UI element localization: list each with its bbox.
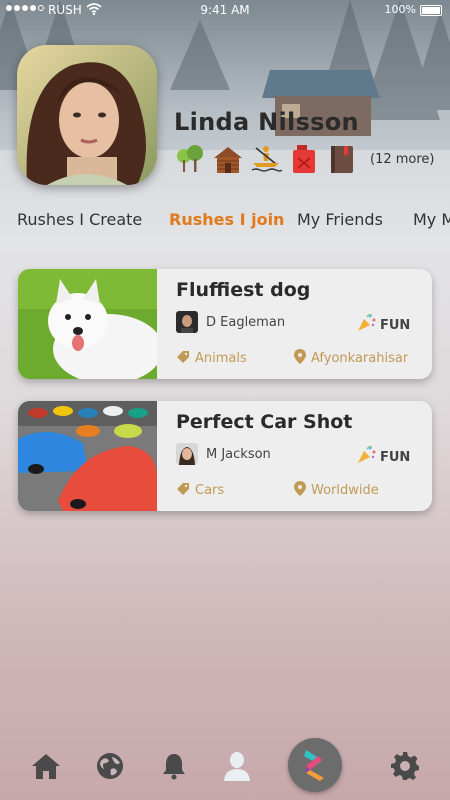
tab-my-more[interactable]: My M [413, 210, 450, 229]
location-pin-icon [294, 349, 306, 368]
tab-bar: Rushes I Create Rushes I join My Friends… [0, 210, 450, 236]
rush-photo-cars [18, 401, 157, 511]
rush-title: Perfect Car Shot [176, 411, 353, 433]
globe-icon[interactable] [87, 738, 133, 794]
rush-category-label: Cars [195, 483, 225, 498]
bottom-nav [0, 738, 450, 800]
rush-card[interactable]: Fluffiest dog D Eagleman FUN Animals Afy… [18, 269, 432, 379]
bell-icon[interactable] [151, 738, 197, 794]
battery-percentage: 100% [384, 3, 416, 16]
book-icon[interactable] [326, 143, 358, 175]
tab-my-friends[interactable]: My Friends [297, 210, 383, 229]
rush-category[interactable]: Cars [176, 481, 224, 500]
user-icon[interactable] [214, 738, 260, 794]
rush-location[interactable]: Afyonkarahisar [294, 349, 408, 368]
more-interests-link[interactable]: (12 more) [370, 152, 435, 167]
location-pin-icon [294, 481, 306, 500]
home-icon[interactable] [23, 738, 69, 794]
tag-icon [176, 349, 190, 368]
rush-location-label: Afyonkarahisar [311, 351, 409, 366]
rush-author[interactable]: D Eagleman [176, 311, 285, 333]
rush-title: Fluffiest dog [176, 279, 311, 301]
cabin-icon[interactable] [212, 143, 244, 175]
rush-location-label: Worldwide [311, 483, 379, 498]
rush-photo-dog [18, 269, 157, 379]
tab-rushes-i-join[interactable]: Rushes I join [169, 210, 284, 229]
profile-name: Linda Nilsson [174, 108, 359, 136]
author-name: M Jackson [206, 446, 271, 462]
tree-icon[interactable] [174, 143, 206, 175]
status-bar: RUSH 9:41 AM 100% [0, 0, 450, 22]
author-avatar [176, 311, 198, 333]
rush-card[interactable]: Perfect Car Shot M Jackson FUN Cars Worl… [18, 401, 432, 511]
rush-type-label: FUN [380, 449, 411, 465]
rush-category-label: Animals [195, 351, 247, 366]
rush-type: FUN [356, 313, 410, 337]
battery-icon [420, 5, 442, 16]
status-time: 9:41 AM [200, 3, 250, 17]
party-popper-icon [356, 313, 376, 337]
profile-avatar[interactable] [17, 45, 157, 185]
author-avatar [176, 443, 198, 465]
rush-type-label: FUN [380, 317, 411, 333]
author-name: D Eagleman [206, 314, 286, 330]
rush-location[interactable]: Worldwide [294, 481, 379, 500]
party-popper-icon [356, 445, 376, 469]
fuel-can-icon[interactable] [288, 143, 320, 175]
interest-list: (12 more) [174, 143, 435, 175]
gear-icon[interactable] [382, 738, 428, 794]
rush-logo-icon[interactable] [288, 738, 342, 792]
rush-type: FUN [356, 445, 410, 469]
rush-category[interactable]: Animals [176, 349, 247, 368]
tag-icon [176, 481, 190, 500]
rush-author[interactable]: M Jackson [176, 443, 271, 465]
rowing-icon[interactable] [250, 143, 282, 175]
tab-rushes-i-create[interactable]: Rushes I Create [17, 210, 142, 229]
